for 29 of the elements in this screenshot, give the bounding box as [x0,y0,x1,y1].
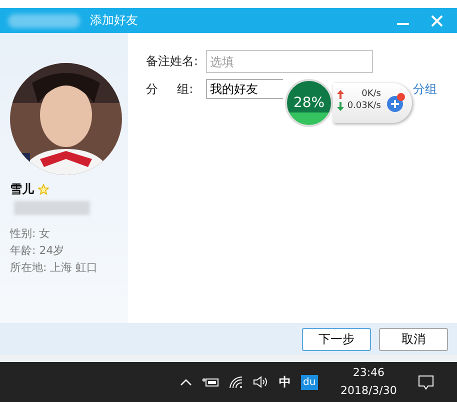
field-label: 备注姓名: [146,53,200,70]
volume-icon[interactable] [253,376,269,388]
field-label: 分 组: [146,80,194,98]
profile-detail: 所在地: 上海 虹口 [10,260,99,276]
group-select[interactable]: 我的好友 [206,79,283,99]
blurred-account-name [8,14,80,28]
new-group-link[interactable]: 分组 [413,80,437,98]
download-speed: 0.03K/s [347,101,381,111]
usage-gauge[interactable]: 28% [285,79,333,127]
profile-detail: 年龄: 24岁 [10,243,66,259]
wifi-icon[interactable] [229,376,243,388]
battery-icon[interactable] [202,377,219,387]
input-method-indicator[interactable]: 中 [279,374,291,390]
cancel-button[interactable]: 取消 [379,328,448,350]
close-icon[interactable] [431,14,443,26]
upload-speed: 0K/s [362,89,381,99]
remark-input[interactable]: 选填 [206,50,373,73]
taskbar-clock[interactable]: 23:46 2018/3/30 [338,364,400,400]
chevron-up-icon[interactable] [180,378,192,386]
profile-detail: 性别: 女 [10,226,52,242]
plus-icon[interactable] [386,93,406,113]
window-title: 添加好友 [90,12,139,29]
upload-arrow-icon [337,90,344,98]
network-speed-panel[interactable]: 0K/s 0.03K/s [333,83,412,123]
app-tray-badge[interactable]: du [301,374,318,390]
download-arrow-icon [337,102,344,110]
next-button[interactable]: 下一步 [302,328,371,350]
notification-icon[interactable] [418,374,434,390]
contact-name: 雪儿 [10,181,34,198]
